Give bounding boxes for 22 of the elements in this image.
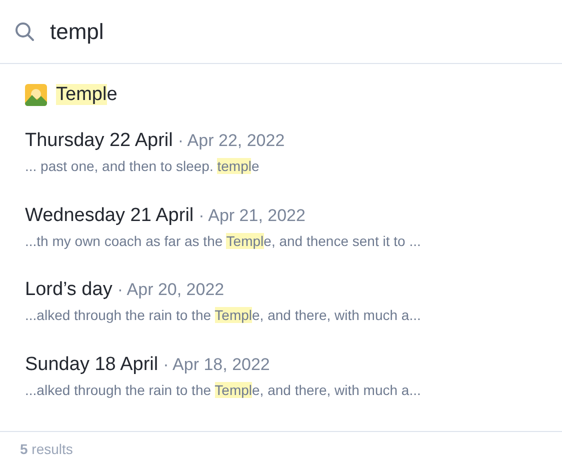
entry-snippet: ... past one, and then to sleep. temple xyxy=(25,158,260,174)
entry-date: · Apr 22, 2022 xyxy=(178,131,285,151)
search-icon xyxy=(14,20,36,42)
result-count: 5 results xyxy=(20,441,73,457)
entry-date: · Apr 18, 2022 xyxy=(163,354,270,374)
entry-date: · Apr 20, 2022 xyxy=(117,280,224,300)
entry-snippet: ...alked through the rain to the Temple, and there, with much a... xyxy=(25,382,421,398)
sunrise-icon xyxy=(25,84,47,106)
page-title: Temple xyxy=(56,84,118,106)
search-field[interactable]: templ xyxy=(50,18,450,44)
page-result[interactable]: Temple xyxy=(25,82,118,108)
entry-title: Lord’s day xyxy=(25,279,112,301)
entry-date: · Apr 21, 2022 xyxy=(198,206,306,226)
entry-snippet: ...alked through the rain to the Temple, and there, with much a... xyxy=(25,307,421,323)
entry-result[interactable]: Thursday 22 April · Apr 22, 2022 ... past one, and then to sleep. temple xyxy=(25,127,285,202)
entry-snippet: ...th my own coach as far as the Temple, and thence sent it to ... xyxy=(25,232,421,248)
entry-result[interactable]: Lord’s day · Apr 20, 2022 ...alked through the rain to the Temple, and there, with much a... xyxy=(25,276,421,350)
entry-result[interactable]: Sunday 18 April · Apr 18, 2022 ...alked through the rain to the Temple, and there, with much a... xyxy=(25,350,421,425)
entry-title: Sunday 18 April xyxy=(25,354,158,376)
entry-title: Wednesday 21 April xyxy=(25,204,194,226)
entry-result[interactable]: Wednesday 21 April · Apr 21, 2022 ...th my own coach as far as the Temple, and thence sent it to ... xyxy=(25,202,421,276)
entry-title: Thursday 22 April xyxy=(25,130,173,152)
